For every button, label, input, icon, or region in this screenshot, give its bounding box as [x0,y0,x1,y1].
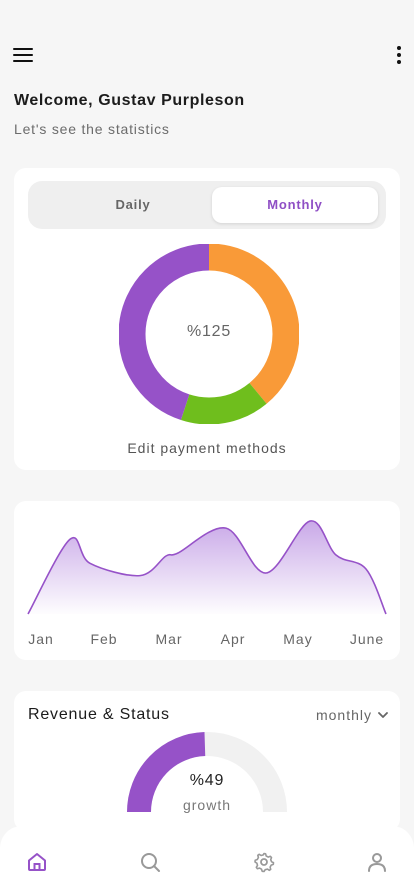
period-dropdown-label: monthly [315,707,372,723]
period-dropdown[interactable]: monthly [316,707,388,723]
chevron-down-icon [378,712,388,718]
welcome-heading: Welcome, Gustav Purpleson [14,92,245,109]
nav-profile[interactable] [365,850,389,874]
area-chart [27,520,387,615]
settings-icon [254,852,275,873]
nav-home[interactable] [25,850,49,874]
trend-card: Jan Feb Mar Apr May June [14,501,400,660]
more-vertical-icon[interactable] [396,46,402,64]
month-label: June [349,631,385,647]
donut-center-label: %125 [186,323,232,340]
growth-caption: growth [182,797,232,813]
area-fill [28,520,386,614]
bottom-navigation [0,826,414,896]
nav-search[interactable] [138,850,162,874]
tab-daily[interactable]: Daily [50,187,216,223]
summary-card: Daily Monthly %125 Edit payment methods [14,168,400,470]
revenue-card: Revenue & Status monthly %49 growth [14,691,400,831]
welcome-subtitle: Let's see the statistics [14,121,170,137]
revenue-title: Revenue & Status [28,706,170,723]
month-label: Mar [155,631,183,647]
month-label: May [283,631,313,647]
period-toggle: Daily Monthly [28,181,386,229]
nav-settings[interactable] [252,850,276,874]
tab-monthly[interactable]: Monthly [212,187,378,223]
growth-value: %49 [189,772,225,789]
profile-icon [368,853,386,872]
edit-payment-methods-link[interactable]: Edit payment methods [14,440,400,456]
top-bar [0,40,414,70]
hamburger-menu-icon[interactable] [13,48,33,62]
month-label: Apr [220,631,246,647]
month-label: Feb [90,631,118,647]
statistics-screen: Welcome, Gustav Purpleson Let's see the … [0,0,414,896]
month-label: Jan [28,631,54,647]
search-icon [141,853,160,872]
home-icon [28,853,46,871]
